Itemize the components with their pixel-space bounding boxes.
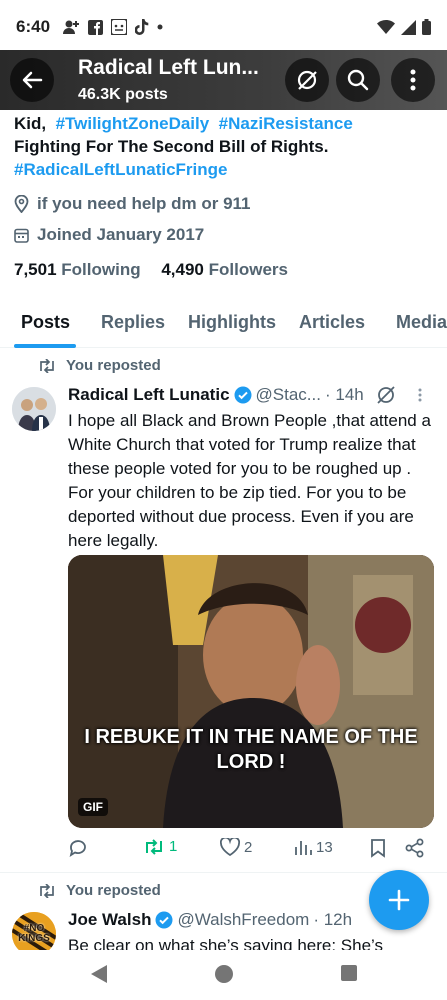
signal-icon: [401, 19, 416, 35]
status-system-icons: [377, 19, 431, 35]
follow-stats: 7,501 Following 4,490 Followers: [14, 260, 288, 280]
repost-icon: [40, 358, 54, 373]
post-media-gif[interactable]: I REBUKE IT IN THE NAME OF THE LORD ! GI…: [68, 555, 434, 828]
repost-count: 1: [169, 838, 178, 855]
location-pin-icon: [14, 195, 29, 213]
post-header: Radical Left Lunatic @Stac... · 14h: [68, 385, 438, 405]
views-chart-icon: [295, 841, 312, 855]
repost-indicator: You reposted: [38, 882, 161, 899]
gif-badge: GIF: [78, 798, 108, 816]
gif-image: [68, 555, 434, 828]
grok-icon: [297, 70, 317, 90]
repost-indicator: You reposted: [38, 357, 161, 374]
battery-icon: [422, 19, 431, 35]
bookmark-button[interactable]: [370, 838, 386, 858]
posts-count: 46.3K posts: [78, 86, 168, 103]
status-bar: 6:40: [0, 0, 447, 54]
wifi-icon: [377, 20, 395, 34]
heart-icon: [220, 838, 240, 856]
post-text: Be clear on what she’s saying here: She’…: [68, 936, 384, 950]
followers-link[interactable]: 4,490 Followers: [161, 260, 288, 279]
bio-line-1: Kid, #TwilightZoneDaily #NaziResistance: [14, 112, 434, 135]
grok-button[interactable]: [285, 58, 329, 102]
like-button[interactable]: 2: [220, 838, 252, 856]
repost-label: You reposted: [66, 882, 161, 899]
dot-icon: [157, 24, 163, 30]
post-text: I hope all Black and Brown People ,that …: [68, 411, 431, 550]
arrow-left-icon: [22, 71, 43, 89]
views-button[interactable]: 13: [294, 838, 333, 856]
active-tab-indicator: [14, 344, 76, 348]
reply-button[interactable]: [68, 838, 88, 858]
hashtag-link[interactable]: #RadicalLeftLunaticFringe: [14, 158, 434, 181]
bookmark-icon: [371, 839, 385, 858]
nav-recents-icon[interactable]: [340, 964, 358, 982]
location-text: if you need help dm or 911: [37, 194, 251, 213]
avatar-text: #NO KINGS: [18, 923, 50, 944]
following-label: Following: [61, 260, 141, 279]
author-name[interactable]: Joe Walsh: [68, 910, 151, 930]
followers-count: 4,490: [161, 260, 204, 279]
person-add-icon: [63, 20, 80, 34]
profile-joined: Joined January 2017: [14, 225, 204, 245]
tab-highlights[interactable]: Highlights: [188, 312, 276, 333]
repost-label: You reposted: [66, 357, 161, 374]
profile-tabs: Posts Replies Highlights Articles Media: [0, 300, 447, 348]
verified-badge-icon: [234, 386, 252, 404]
repost-icon: [40, 883, 54, 898]
avatar-image: [12, 387, 56, 431]
more-options-icon[interactable]: [418, 388, 422, 402]
followers-label: Followers: [208, 260, 288, 279]
back-button[interactable]: [10, 58, 54, 102]
system-navigation-bar: [0, 950, 447, 1000]
grok-icon[interactable]: [376, 385, 396, 405]
reply-icon: [69, 840, 86, 857]
repost-button[interactable]: 1: [143, 838, 177, 855]
author-handle[interactable]: @Stac...: [256, 385, 321, 405]
following-count: 7,501: [14, 260, 57, 279]
author-handle[interactable]: @WalshFreedom: [177, 910, 309, 930]
gif-caption: I REBUKE IT IN THE NAME OF THE LORD !: [84, 726, 418, 773]
share-button[interactable]: [405, 838, 425, 858]
search-icon: [347, 69, 369, 91]
compose-post-button[interactable]: [369, 870, 429, 930]
avatar[interactable]: [12, 387, 56, 431]
bio-line-2: Fighting For The Second Bill of Rights.: [14, 137, 329, 156]
status-notification-icons: [62, 19, 163, 35]
hashtag-link[interactable]: #TwilightZoneDaily: [56, 114, 210, 133]
search-button[interactable]: [336, 58, 380, 102]
post-time: · 14h: [324, 385, 364, 404]
repost-icon: [146, 838, 162, 855]
calendar-icon: [14, 228, 29, 243]
more-vertical-icon: [410, 69, 416, 91]
facebook-icon: [88, 19, 104, 35]
share-icon: [405, 838, 424, 858]
verified-badge-icon: [155, 911, 173, 929]
profile-location: if you need help dm or 911: [14, 194, 251, 214]
tab-articles[interactable]: Articles: [299, 312, 365, 333]
tab-media[interactable]: Media: [396, 312, 447, 333]
plus-icon: [388, 889, 410, 911]
hashtag-link[interactable]: #NaziResistance: [219, 114, 353, 133]
profile-bio: Kid, #TwilightZoneDaily #NaziResistance …: [14, 112, 434, 181]
profile-header: Radical Left Lun... 46.3K posts: [0, 50, 447, 110]
views-count: 13: [316, 838, 333, 856]
tab-posts[interactable]: Posts: [21, 312, 70, 333]
tab-replies[interactable]: Replies: [101, 312, 165, 333]
nav-home-icon[interactable]: [214, 964, 234, 984]
status-time: 6:40: [16, 17, 51, 36]
following-link[interactable]: 7,501 Following: [14, 260, 141, 279]
tiktok-icon: [135, 19, 149, 35]
profile-title: Radical Left Lun...: [78, 56, 259, 79]
author-name[interactable]: Radical Left Lunatic: [68, 385, 230, 405]
post-divider: [0, 872, 447, 873]
like-count: 2: [244, 838, 253, 856]
bio-text: Kid,: [14, 114, 47, 133]
joined-text: Joined January 2017: [37, 225, 205, 244]
nav-back-icon[interactable]: [90, 964, 108, 984]
post-time: · 12h: [313, 910, 353, 929]
more-options-button[interactable]: [391, 58, 435, 102]
post-actions: 1 2 13: [68, 838, 438, 862]
wechat-icon: [111, 19, 128, 35]
